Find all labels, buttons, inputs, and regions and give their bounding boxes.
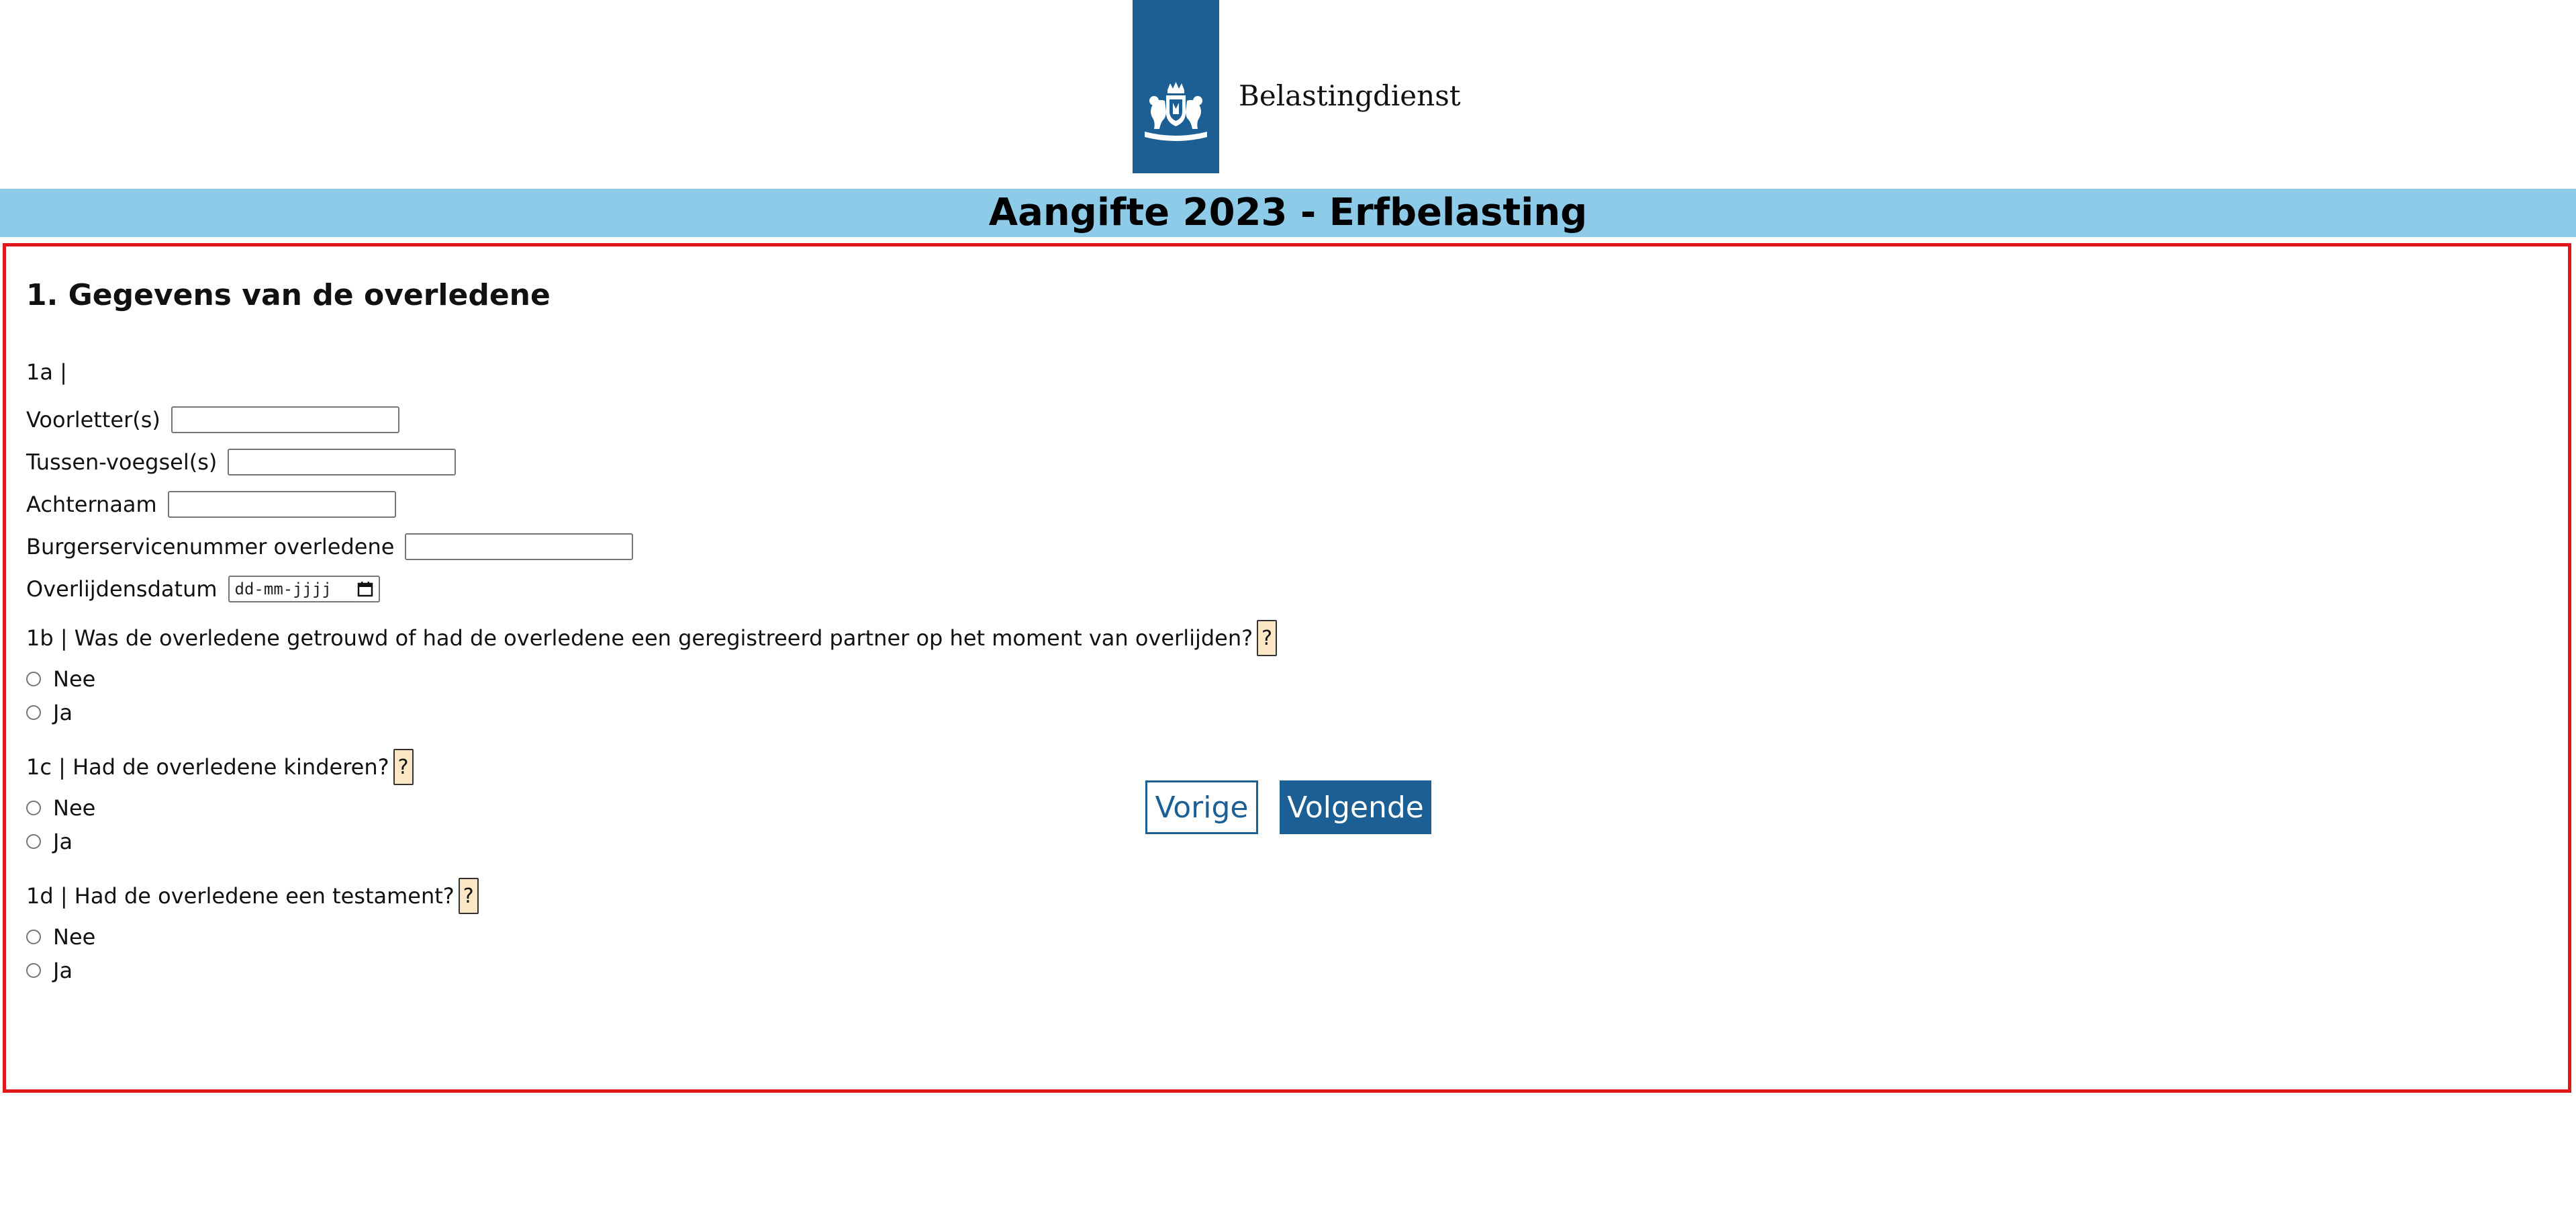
prefix-label: Tussen-voegsel(s) — [26, 449, 218, 475]
page: Belastingdienst Aangifte 2023 - Erfbelas… — [0, 0, 2576, 1219]
radio-circle[interactable] — [26, 930, 41, 944]
radio-label: Nee — [53, 924, 96, 950]
question-1a-label: 1a | — [26, 359, 67, 385]
question-1d-text: 1d | Had de overledene een testament? — [26, 883, 455, 909]
radio-1b-ja[interactable]: Ja — [26, 699, 73, 726]
radio-circle[interactable] — [26, 672, 41, 686]
form-section: 1. Gegevens van de overledene 1a | Voorl… — [3, 243, 2571, 1093]
header: Belastingdienst — [0, 0, 2576, 173]
radio-label: Nee — [53, 666, 96, 692]
prefix-input[interactable] — [228, 449, 457, 476]
date-of-death-row: Overlijdensdatum dd-mm-jjjj — [26, 574, 380, 604]
radio-label: Ja — [53, 700, 73, 725]
question-1b-text: 1b | Was de overledene getrouwd of had d… — [26, 625, 1253, 651]
date-of-death-label: Overlijdensdatum — [26, 576, 218, 602]
page-title: Aangifte 2023 - Erfbelasting — [988, 191, 1588, 234]
radio-circle[interactable] — [26, 963, 41, 978]
bsn-input[interactable] — [405, 533, 634, 560]
help-button-1b[interactable]: ? — [1257, 620, 1278, 656]
help-button-1d[interactable]: ? — [458, 878, 479, 914]
initials-label: Voorletter(s) — [26, 407, 160, 433]
radio-label: Ja — [53, 958, 73, 983]
surname-input[interactable] — [167, 491, 396, 518]
brand-name: Belastingdienst — [1239, 79, 1461, 112]
date-of-death-input[interactable]: dd-mm-jjjj — [228, 576, 380, 602]
coat-of-arms-icon — [1145, 82, 1207, 141]
previous-button[interactable]: Vorige — [1145, 780, 1258, 834]
nav-buttons: Vorige Volgende — [0, 780, 2576, 837]
bsn-row: Burgerservicenummer overledene — [26, 532, 634, 561]
bsn-label: Burgerservicenummer overledene — [26, 534, 395, 559]
date-placeholder: dd-mm-jjjj — [234, 580, 332, 598]
radio-1d-ja[interactable]: Ja — [26, 957, 73, 984]
logo[interactable] — [1133, 0, 1219, 173]
initials-input[interactable] — [171, 406, 399, 433]
prefix-row: Tussen-voegsel(s) — [26, 447, 457, 477]
next-button[interactable]: Volgende — [1280, 780, 1431, 834]
radio-1d-nee[interactable]: Nee — [26, 923, 95, 950]
question-1c: 1c | Had de overledene kinderen? ? — [26, 749, 414, 785]
surname-label: Achternaam — [26, 492, 157, 517]
radio-1b-nee[interactable]: Nee — [26, 666, 95, 692]
calendar-icon[interactable] — [357, 581, 373, 597]
section-heading: 1. Gegevens van de overledene — [26, 278, 551, 312]
initials-row: Voorletter(s) — [26, 405, 399, 435]
question-1c-text: 1c | Had de overledene kinderen? — [26, 754, 389, 780]
surname-row: Achternaam — [26, 490, 396, 519]
radio-circle[interactable] — [26, 705, 41, 720]
question-1d: 1d | Had de overledene een testament? ? — [26, 878, 479, 914]
question-1b: 1b | Was de overledene getrouwd of had d… — [26, 620, 1278, 656]
help-button-1c[interactable]: ? — [393, 749, 414, 785]
title-band: Aangifte 2023 - Erfbelasting — [0, 189, 2576, 237]
